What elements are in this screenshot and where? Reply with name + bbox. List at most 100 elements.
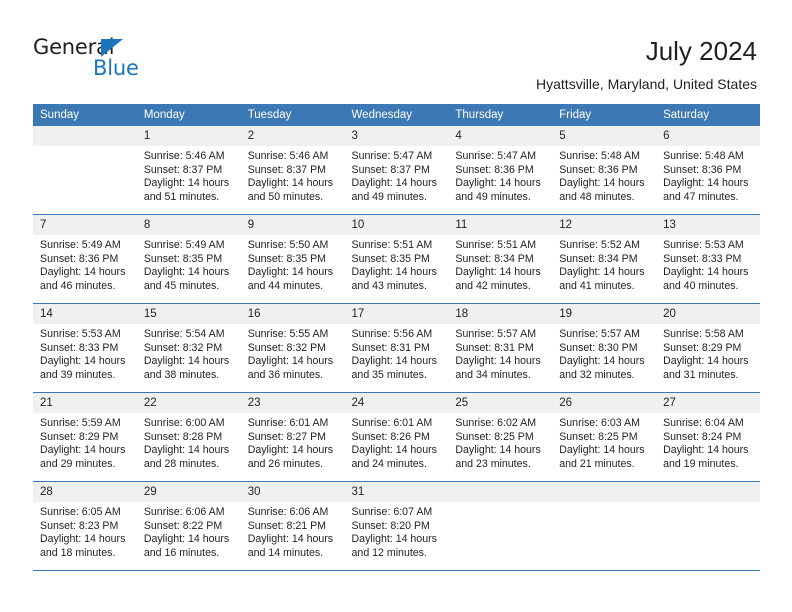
- sunset-text: Sunset: 8:32 PM: [143, 341, 223, 354]
- day-number: 3: [344, 126, 449, 146]
- calendar-day-cell[interactable]: 22 Sunrise: 6:00 AM Sunset: 8:28 PM Dayl…: [136, 392, 241, 482]
- calendar-day-cell[interactable]: 26 Sunrise: 6:03 AM Sunset: 8:25 PM Dayl…: [552, 392, 657, 482]
- sunrise-text: Sunrise: 6:02 AM: [455, 417, 537, 429]
- calendar-day-cell[interactable]: 12 Sunrise: 5:52 AM Sunset: 8:34 PM Dayl…: [552, 214, 657, 304]
- sunset-text: Sunset: 8:23 PM: [40, 519, 119, 532]
- calendar-day-cell[interactable]: 20 Sunrise: 5:58 AM Sunset: 8:29 PM Dayl…: [656, 303, 760, 393]
- daylight-text-line2: and 14 minutes.: [247, 546, 324, 559]
- calendar-day-cell[interactable]: 2 Sunrise: 5:46 AM Sunset: 8:37 PM Dayli…: [240, 126, 345, 215]
- calendar-day-cell[interactable]: 6 Sunrise: 5:48 AM Sunset: 8:36 PM Dayli…: [656, 126, 760, 215]
- calendar-day-cell[interactable]: 25 Sunrise: 6:02 AM Sunset: 8:25 PM Dayl…: [448, 392, 553, 482]
- day-details: Sunrise: 5:49 AM Sunset: 8:35 PM Dayligh…: [137, 235, 241, 293]
- sunrise-text: Sunrise: 6:03 AM: [559, 417, 640, 429]
- sunset-text: Sunset: 8:20 PM: [351, 519, 430, 532]
- daylight-text-line1: Daylight: 14 hours: [143, 444, 230, 457]
- calendar-day-cell[interactable]: [448, 481, 553, 571]
- calendar-day-cell[interactable]: 23 Sunrise: 6:01 AM Sunset: 8:27 PM Dayl…: [240, 392, 345, 482]
- day-details: Sunrise: 5:58 AM Sunset: 8:29 PM Dayligh…: [656, 324, 760, 382]
- daylight-text-line2: and 48 minutes.: [559, 190, 635, 203]
- calendar-day-cell[interactable]: 7 Sunrise: 5:49 AM Sunset: 8:36 PM Dayli…: [33, 214, 137, 304]
- day-details: Sunrise: 5:48 AM Sunset: 8:36 PM Dayligh…: [656, 146, 760, 204]
- calendar-day-cell[interactable]: 4 Sunrise: 5:47 AM Sunset: 8:36 PM Dayli…: [448, 126, 553, 215]
- calendar-grid: Sunday Monday Tuesday Wednesday Thursday…: [33, 104, 760, 571]
- calendar-day-cell[interactable]: 14 Sunrise: 5:53 AM Sunset: 8:33 PM Dayl…: [33, 303, 137, 393]
- calendar-day-cell[interactable]: 27 Sunrise: 6:04 AM Sunset: 8:24 PM Dayl…: [656, 392, 760, 482]
- calendar-day-cell[interactable]: 16 Sunrise: 5:55 AM Sunset: 8:32 PM Dayl…: [240, 303, 345, 393]
- day-number: 6: [656, 126, 760, 146]
- sunrise-text: Sunrise: 5:54 AM: [143, 328, 225, 340]
- sunrise-text: Sunrise: 6:01 AM: [351, 417, 433, 429]
- day-number: 17: [344, 304, 449, 324]
- sunset-text: Sunset: 8:22 PM: [143, 519, 223, 532]
- daylight-text-line2: and 39 minutes.: [40, 368, 116, 381]
- calendar-page: General Blue July 2024 Hyattsville, Mary…: [0, 0, 792, 612]
- calendar-day-cell[interactable]: 8 Sunrise: 5:49 AM Sunset: 8:35 PM Dayli…: [136, 214, 241, 304]
- page-title: July 2024: [645, 36, 757, 66]
- calendar-day-cell[interactable]: 29 Sunrise: 6:06 AM Sunset: 8:22 PM Dayl…: [136, 481, 241, 571]
- daylight-text-line1: Daylight: 14 hours: [351, 355, 437, 368]
- calendar-day-cell[interactable]: 17 Sunrise: 5:56 AM Sunset: 8:31 PM Dayl…: [344, 303, 449, 393]
- daylight-text-line1: Daylight: 14 hours: [247, 177, 334, 190]
- calendar-day-cell[interactable]: 30 Sunrise: 6:06 AM Sunset: 8:21 PM Dayl…: [240, 481, 345, 571]
- daylight-text-line1: Daylight: 14 hours: [247, 444, 334, 457]
- calendar-day-cell[interactable]: 31 Sunrise: 6:07 AM Sunset: 8:20 PM Dayl…: [344, 481, 449, 571]
- calendar-day-cell[interactable]: 9 Sunrise: 5:50 AM Sunset: 8:35 PM Dayli…: [240, 214, 345, 304]
- calendar-day-cell[interactable]: 24 Sunrise: 6:01 AM Sunset: 8:26 PM Dayl…: [344, 392, 449, 482]
- calendar-day-cell[interactable]: 21 Sunrise: 5:59 AM Sunset: 8:29 PM Dayl…: [33, 392, 137, 482]
- day-number: 1: [136, 126, 241, 146]
- calendar-day-cell[interactable]: 10 Sunrise: 5:51 AM Sunset: 8:35 PM Dayl…: [344, 214, 449, 304]
- sunset-text: Sunset: 8:36 PM: [455, 163, 534, 176]
- calendar-week-row: 28 Sunrise: 6:05 AM Sunset: 8:23 PM Dayl…: [33, 481, 760, 571]
- daylight-text-line1: Daylight: 14 hours: [351, 266, 437, 279]
- daylight-text-line1: Daylight: 14 hours: [559, 355, 645, 368]
- day-number: 8: [136, 215, 241, 235]
- weekday-header-friday: Friday: [552, 104, 657, 126]
- sunset-text: Sunset: 8:36 PM: [559, 163, 638, 176]
- daylight-text-line2: and 28 minutes.: [143, 457, 220, 470]
- calendar-body: 1 Sunrise: 5:46 AM Sunset: 8:37 PM Dayli…: [33, 126, 760, 571]
- calendar-day-cell[interactable]: 11 Sunrise: 5:51 AM Sunset: 8:34 PM Dayl…: [448, 214, 553, 304]
- daylight-text-line2: and 49 minutes.: [455, 190, 531, 203]
- sunrise-text: Sunrise: 5:55 AM: [247, 328, 329, 340]
- daylight-text-line1: Daylight: 14 hours: [247, 533, 334, 546]
- calendar-day-cell[interactable]: 5 Sunrise: 5:48 AM Sunset: 8:36 PM Dayli…: [552, 126, 657, 215]
- day-details: Sunrise: 5:59 AM Sunset: 8:29 PM Dayligh…: [33, 413, 137, 471]
- day-number: 14: [33, 304, 137, 324]
- daylight-text-line2: and 45 minutes.: [143, 279, 220, 292]
- daylight-text-line2: and 43 minutes.: [351, 279, 427, 292]
- calendar-day-cell[interactable]: [33, 126, 137, 215]
- calendar-day-cell[interactable]: [656, 481, 760, 571]
- day-details: Sunrise: 6:04 AM Sunset: 8:24 PM Dayligh…: [656, 413, 760, 471]
- daylight-text-line2: and 46 minutes.: [40, 279, 116, 292]
- logo-text-blue: Blue: [93, 56, 139, 80]
- day-details: Sunrise: 6:00 AM Sunset: 8:28 PM Dayligh…: [137, 413, 241, 471]
- daylight-text-line1: Daylight: 14 hours: [40, 533, 126, 546]
- day-number: 19: [552, 304, 657, 324]
- calendar-day-cell[interactable]: 18 Sunrise: 5:57 AM Sunset: 8:31 PM Dayl…: [448, 303, 553, 393]
- daylight-text-line1: Daylight: 14 hours: [143, 177, 230, 190]
- day-number: [448, 482, 553, 502]
- daylight-text-line1: Daylight: 14 hours: [663, 444, 749, 457]
- calendar-week-row: 7 Sunrise: 5:49 AM Sunset: 8:36 PM Dayli…: [33, 214, 760, 304]
- calendar-day-cell[interactable]: 13 Sunrise: 5:53 AM Sunset: 8:33 PM Dayl…: [656, 214, 760, 304]
- daylight-text-line1: Daylight: 14 hours: [40, 266, 126, 279]
- day-details: Sunrise: 5:54 AM Sunset: 8:32 PM Dayligh…: [137, 324, 241, 382]
- calendar-day-cell[interactable]: [552, 481, 657, 571]
- sunset-text: Sunset: 8:29 PM: [663, 341, 742, 354]
- sunrise-text: Sunrise: 5:56 AM: [351, 328, 433, 340]
- calendar-day-cell[interactable]: 15 Sunrise: 5:54 AM Sunset: 8:32 PM Dayl…: [136, 303, 241, 393]
- calendar-day-cell[interactable]: 19 Sunrise: 5:57 AM Sunset: 8:30 PM Dayl…: [552, 303, 657, 393]
- calendar-day-cell[interactable]: 28 Sunrise: 6:05 AM Sunset: 8:23 PM Dayl…: [33, 481, 137, 571]
- day-number: 4: [448, 126, 553, 146]
- calendar-day-cell[interactable]: 1 Sunrise: 5:46 AM Sunset: 8:37 PM Dayli…: [136, 126, 241, 215]
- day-number: 28: [33, 482, 137, 502]
- day-number: 25: [448, 393, 553, 413]
- daylight-text-line1: Daylight: 14 hours: [351, 533, 437, 546]
- calendar-day-cell[interactable]: 3 Sunrise: 5:47 AM Sunset: 8:37 PM Dayli…: [344, 126, 449, 215]
- general-blue-logo[interactable]: General Blue: [33, 36, 163, 84]
- daylight-text-line2: and 42 minutes.: [455, 279, 531, 292]
- sunrise-text: Sunrise: 6:06 AM: [247, 506, 329, 518]
- day-details: Sunrise: 5:50 AM Sunset: 8:35 PM Dayligh…: [241, 235, 345, 293]
- sunset-text: Sunset: 8:36 PM: [40, 252, 119, 265]
- daylight-text-line1: Daylight: 14 hours: [663, 177, 749, 190]
